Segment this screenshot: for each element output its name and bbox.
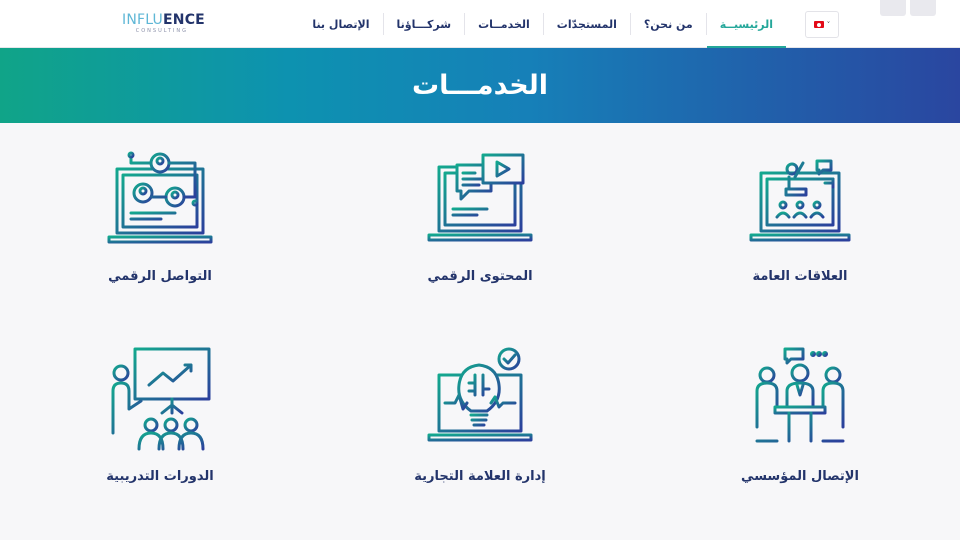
page-banner: الخدمـــات [0,48,960,123]
service-label: العلاقات العامة [752,269,848,284]
public-relations-icon [749,159,851,242]
influence-logo[interactable]: INFLUENCE CONSULTING [122,12,205,37]
service-label: الدورات التدريبية [106,469,214,484]
tunisia-flag-icon [813,21,824,28]
page-title: الخدمـــات [411,70,549,101]
nav-item-news[interactable]: المستجدّات [544,0,630,48]
training-courses-icon [111,347,211,451]
nav-item-home[interactable]: الرئيسيــة [706,0,787,48]
main-nav: الرئيسيــة من نحن؟ المستجدّات الخدمــات … [299,0,787,48]
nav-item-partners[interactable]: شركـــاؤنا [384,0,465,48]
language-selector[interactable]: ˅ [805,11,839,38]
logo-subtitle: CONSULTING [135,28,188,34]
service-card-brand-management[interactable]: إدارة العلامة التجارية [380,345,580,484]
service-card-digital-content[interactable]: المحتوى الرقمي [380,145,580,284]
header-corner-button[interactable] [880,0,906,16]
logo-wordmark: INFLUENCE [122,12,205,28]
service-card-digital-communication[interactable]: التواصل الرقمي [60,145,260,284]
service-label: التواصل الرقمي [108,269,212,284]
nav-item-services[interactable]: الخدمــات [465,0,543,48]
page: INFLUENCE CONSULTING الرئيسيــة من نحن؟ … [0,0,960,540]
corporate-communication-icon [755,347,845,443]
service-card-public-relations[interactable]: العلاقات العامة [700,145,900,284]
chevron-down-icon: ˅ [826,20,831,29]
digital-communication-icon [107,151,213,244]
brand-management-icon [427,347,533,442]
nav-item-about[interactable]: من نحن؟ [631,0,706,48]
logo-text-light: INFLU [122,12,164,28]
digital-content-icon [427,153,533,242]
logo-text-bold: ENCE [163,12,205,28]
header-corner-button[interactable] [910,0,936,16]
service-label: المحتوى الرقمي [427,269,533,284]
top-navigation-bar: INFLUENCE CONSULTING الرئيسيــة من نحن؟ … [0,0,960,48]
service-label: إدارة العلامة التجارية [414,469,546,484]
service-card-corporate-communication[interactable]: الإتصال المؤسسي [700,345,900,484]
nav-item-contact[interactable]: الإتصال بنا [299,0,382,48]
service-card-training-courses[interactable]: الدورات التدريبية [60,345,260,484]
service-label: الإتصال المؤسسي [741,469,859,484]
